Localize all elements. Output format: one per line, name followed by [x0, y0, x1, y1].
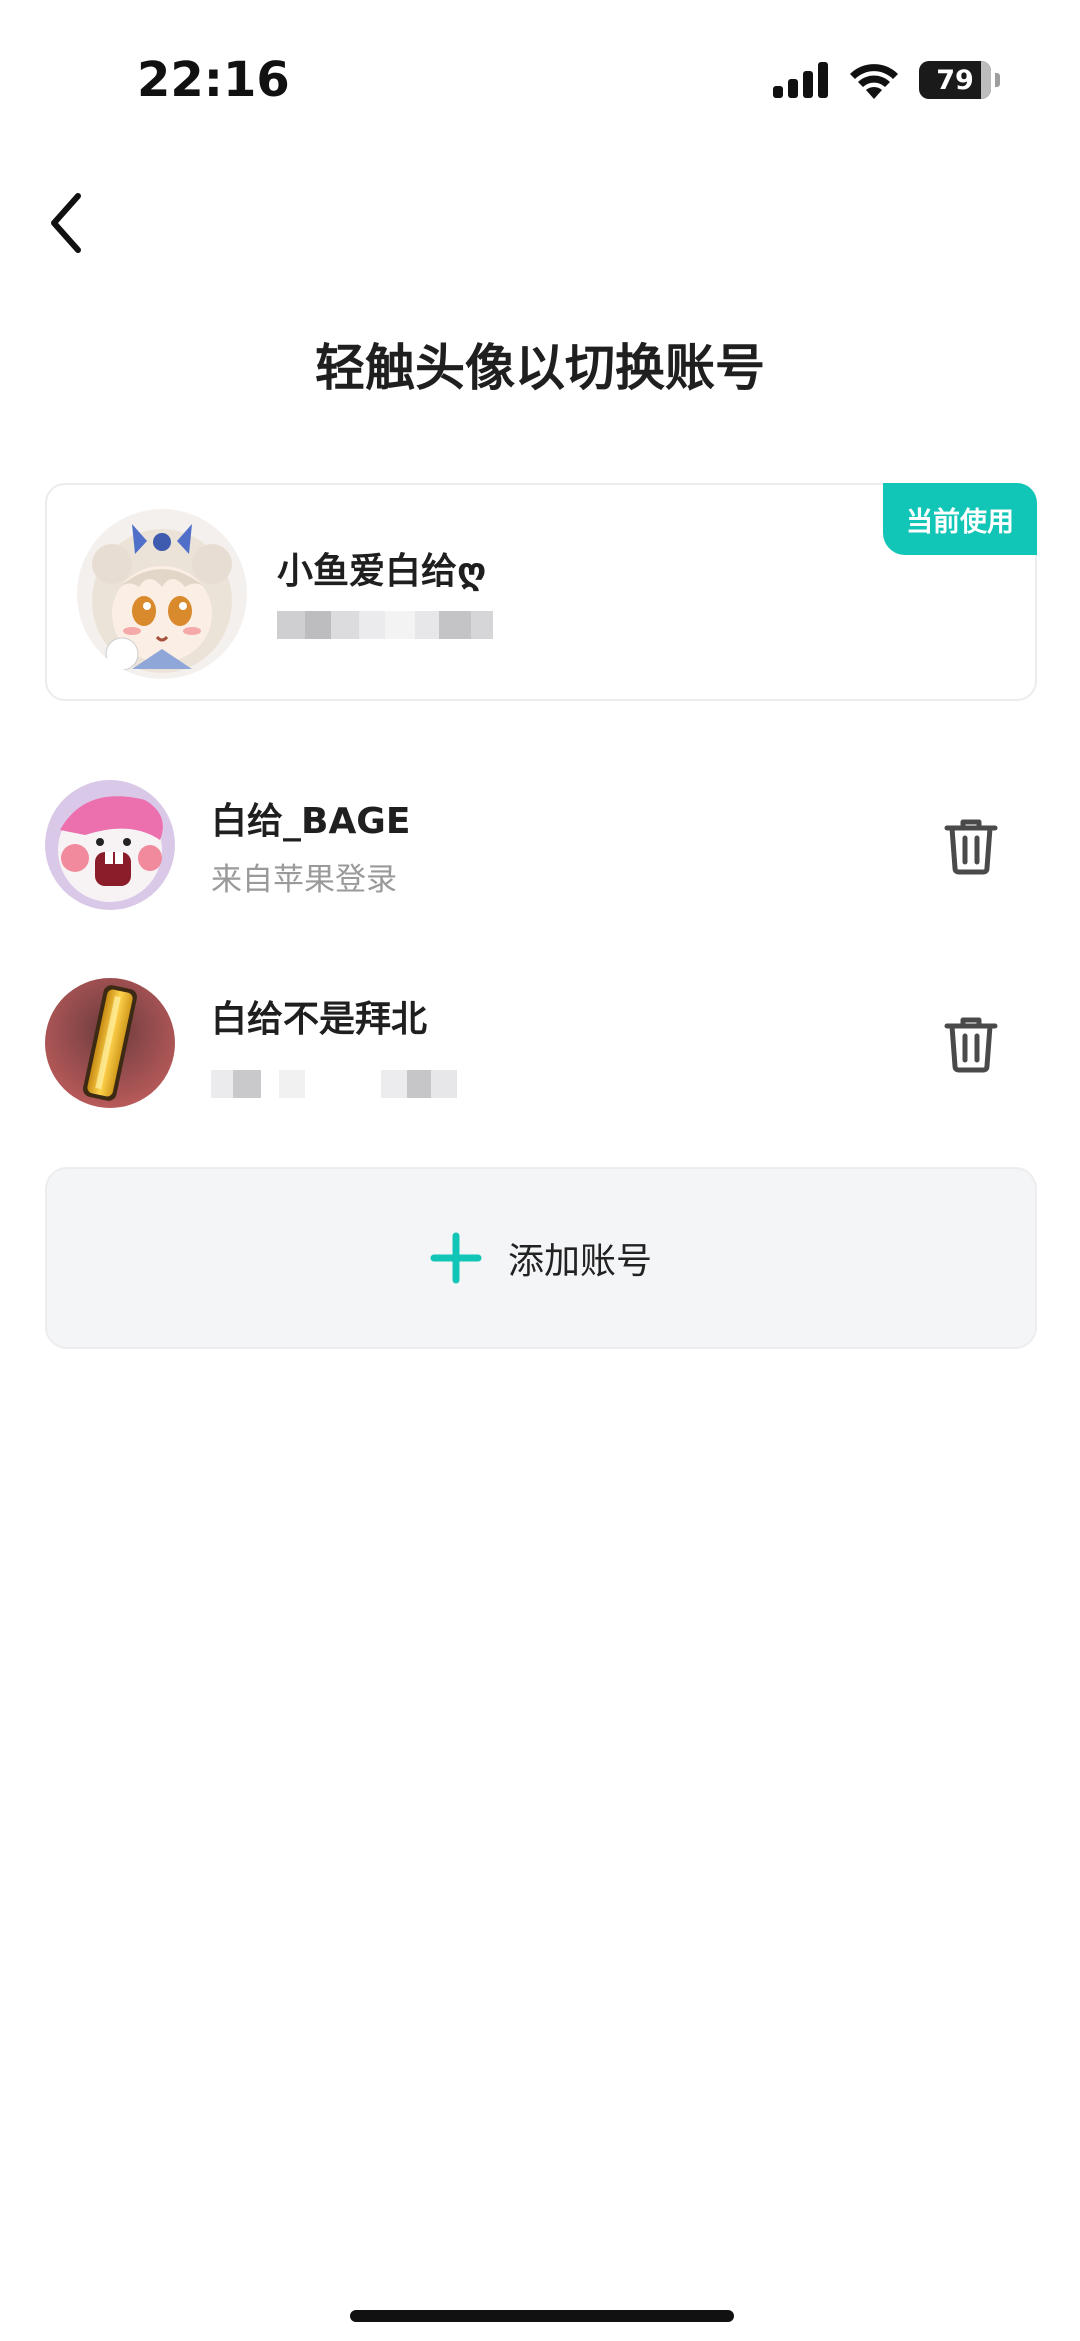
delete-account-button[interactable] — [939, 812, 1003, 880]
account-row[interactable]: 白给不是拜北 — [45, 978, 1037, 1118]
current-badge: 当前使用 — [883, 483, 1037, 555]
account-row[interactable]: 白给_BAGE 来自苹果登录 — [45, 780, 1037, 920]
home-indicator — [350, 2310, 734, 2322]
account-avatar[interactable] — [45, 780, 175, 910]
battery-cap — [995, 73, 1000, 87]
current-account-name: 小鱼爱白给ღ — [277, 551, 487, 592]
account-avatar[interactable] — [45, 978, 175, 1108]
cellular-signal-icon — [773, 62, 828, 98]
account-name: 白给不是拜北 — [211, 999, 428, 1040]
add-account-label: 添加账号 — [507, 1241, 652, 1282]
page-title: 轻触头像以切换账号 — [315, 339, 765, 397]
trash-icon — [944, 819, 998, 875]
battery-level: 79 — [936, 64, 974, 96]
obscured-account-detail — [211, 1070, 457, 1098]
account-login-source: 来自苹果登录 — [211, 862, 397, 898]
wifi-icon — [850, 64, 898, 99]
delete-account-button[interactable] — [939, 1010, 1003, 1078]
add-account-button[interactable]: 添加账号 — [45, 1167, 1037, 1349]
status-icons: 79 — [773, 58, 1000, 102]
avatar-pink-character-icon — [45, 780, 175, 910]
status-time: 22:16 — [137, 52, 290, 108]
trash-icon — [944, 1017, 998, 1073]
back-button[interactable] — [36, 188, 96, 258]
current-account-card[interactable]: 当前使用 小鱼爱白给ღ — [45, 483, 1037, 701]
plus-icon — [430, 1232, 482, 1284]
account-name: 白给_BAGE — [211, 801, 411, 842]
avatar-gold-bar-icon — [45, 978, 175, 1108]
avatar-anime-girl-icon — [77, 509, 247, 679]
battery-icon: 79 — [919, 61, 991, 99]
current-account-avatar[interactable] — [77, 509, 247, 679]
obscured-account-detail — [277, 611, 493, 639]
chevron-left-icon — [51, 193, 81, 253]
